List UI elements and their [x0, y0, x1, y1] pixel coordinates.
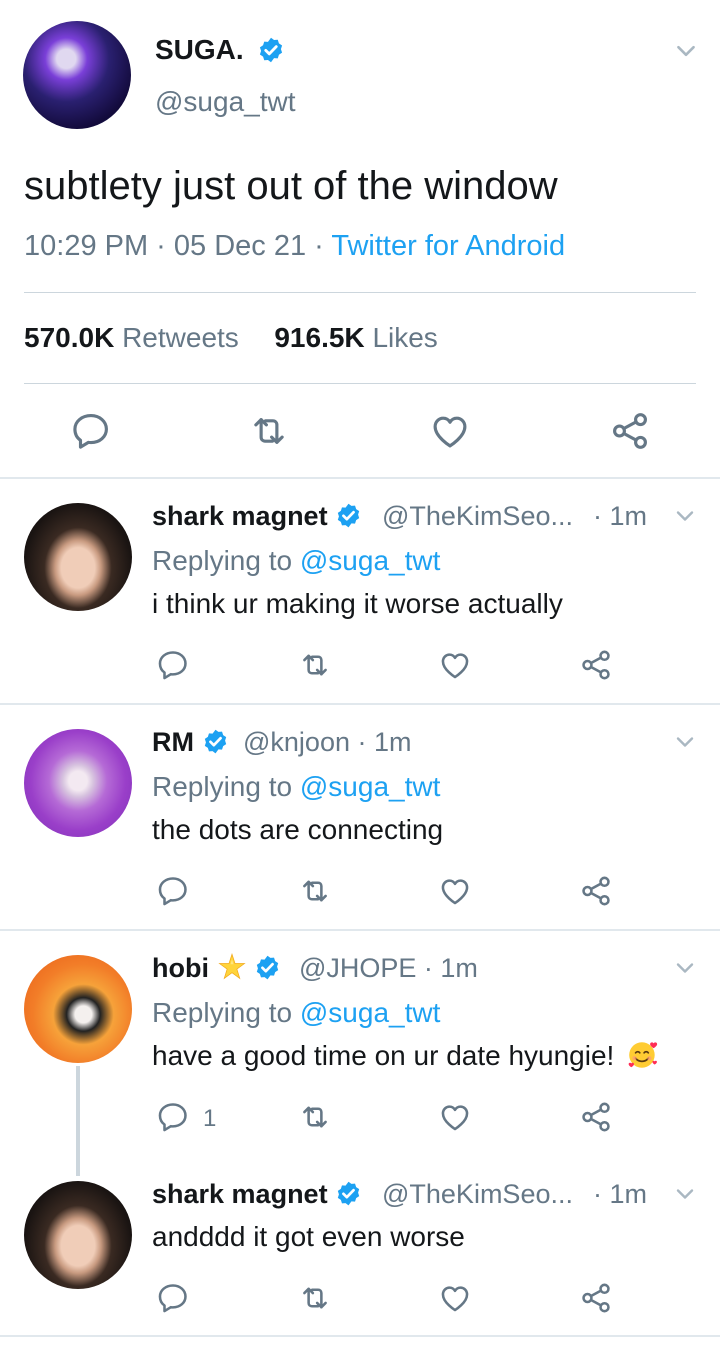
engagement-counts: 570.0K Retweets 916.5K Likes [24, 322, 438, 354]
reply-text: i think ur making it worse actually [152, 588, 563, 619]
like-icon[interactable] [438, 1100, 472, 1134]
chevron-down-icon[interactable] [673, 1182, 697, 1206]
share-icon[interactable] [609, 410, 651, 452]
retweets-count: 570.0K [24, 322, 115, 353]
chevron-down-icon[interactable] [673, 730, 697, 754]
tweet-client-link[interactable]: Twitter for Android [331, 230, 565, 262]
author-name[interactable]: SUGA. [155, 34, 285, 66]
author-handle[interactable]: @TheKimSeo... [382, 1179, 573, 1210]
replying-mention-link[interactable]: @suga_twt [300, 771, 441, 802]
verified-icon [335, 502, 362, 529]
divider [0, 477, 720, 479]
share-icon[interactable] [579, 1281, 613, 1315]
author-name[interactable]: hobi [152, 952, 281, 984]
reply-text-row: have a good time on ur date hyungie! [152, 1040, 660, 1072]
author-name[interactable]: shark magnet [152, 1179, 362, 1210]
author-name-text[interactable]: RM [152, 727, 194, 757]
avatar[interactable] [24, 503, 132, 611]
reply-icon[interactable] [156, 1281, 190, 1315]
retweet-icon[interactable] [298, 1100, 332, 1134]
reply-text: andddd it got even worse [152, 1221, 465, 1252]
author-name-text[interactable]: SUGA. [155, 34, 244, 65]
verified-icon [335, 1180, 362, 1207]
divider [0, 1335, 720, 1337]
reply-icon[interactable] [70, 410, 112, 452]
author-name-text[interactable]: shark magnet [152, 1179, 328, 1209]
chevron-down-icon[interactable] [673, 38, 699, 64]
share-icon[interactable] [579, 874, 613, 908]
avatar[interactable] [24, 1181, 132, 1289]
avatar[interactable] [24, 729, 132, 837]
author-name[interactable]: shark magnet [152, 501, 362, 532]
tweet-meta: 10:29 PM · 05 Dec 21 · Twitter for Andro… [24, 230, 565, 263]
author-name-text[interactable]: shark magnet [152, 501, 328, 531]
replying-mention-link[interactable]: @suga_twt [300, 545, 441, 576]
author-handle[interactable]: @JHOPE · 1m [299, 953, 478, 984]
replying-prefix: Replying to [152, 771, 300, 802]
likes-count-link[interactable]: 916.5K Likes [274, 322, 437, 353]
replying-prefix: Replying to [152, 997, 300, 1028]
verified-icon [202, 728, 229, 755]
retweets-label: Retweets [122, 322, 239, 353]
likes-label: Likes [372, 322, 438, 353]
retweet-icon[interactable] [298, 1281, 332, 1315]
author-name[interactable]: RM [152, 727, 229, 758]
retweet-icon[interactable] [248, 410, 290, 452]
replying-mention-link[interactable]: @suga_twt [300, 997, 441, 1028]
divider [24, 292, 696, 293]
retweets-count-link[interactable]: 570.0K Retweets [24, 322, 239, 353]
avatar[interactable] [23, 21, 131, 129]
tweet-text: subtlety just out of the window [24, 164, 558, 208]
star-emoji [217, 952, 246, 980]
reply-text: the dots are connecting [152, 814, 444, 845]
reply-icon[interactable] [156, 874, 190, 908]
reply-text: have a good time on ur date hyungie! [152, 1040, 615, 1071]
reply-icon[interactable] [156, 648, 190, 682]
author-handle[interactable]: @suga_twt [155, 86, 296, 118]
smiling-face-with-hearts-emoji [628, 1041, 658, 1068]
replying-to: Replying to @suga_twt [152, 545, 440, 577]
tweet-time: · 1m [593, 1179, 647, 1209]
reply-count: 1 [203, 1105, 217, 1132]
like-icon[interactable] [438, 874, 472, 908]
divider [0, 703, 720, 705]
share-icon[interactable] [579, 1100, 613, 1134]
divider [24, 383, 696, 384]
like-icon[interactable] [438, 648, 472, 682]
reply-icon[interactable] [156, 1100, 190, 1134]
share-icon[interactable] [579, 648, 613, 682]
like-icon[interactable] [438, 1281, 472, 1315]
replying-prefix: Replying to [152, 545, 300, 576]
verified-icon [254, 954, 281, 981]
main-tweet: SUGA. @suga_twt subtlety just out of the… [0, 0, 720, 478]
replying-to: Replying to @suga_twt [152, 771, 440, 803]
like-icon[interactable] [429, 410, 471, 452]
retweet-icon[interactable] [298, 648, 332, 682]
thread-connector-line [76, 1066, 80, 1176]
retweet-icon[interactable] [298, 874, 332, 908]
divider [0, 929, 720, 931]
author-name-text[interactable]: hobi [152, 953, 209, 983]
avatar[interactable] [24, 955, 132, 1063]
tweet-time: · 1m [593, 501, 647, 531]
author-handle[interactable]: @TheKimSeo... [382, 501, 573, 532]
tweet-timestamp: 10:29 PM · 05 Dec 21 · [24, 230, 332, 262]
chevron-down-icon[interactable] [673, 504, 697, 528]
likes-count: 916.5K [274, 322, 365, 353]
author-handle[interactable]: @knjoon · 1m [243, 727, 411, 758]
replying-to: Replying to @suga_twt [152, 997, 440, 1029]
chevron-down-icon[interactable] [673, 956, 697, 980]
verified-icon [257, 36, 285, 64]
